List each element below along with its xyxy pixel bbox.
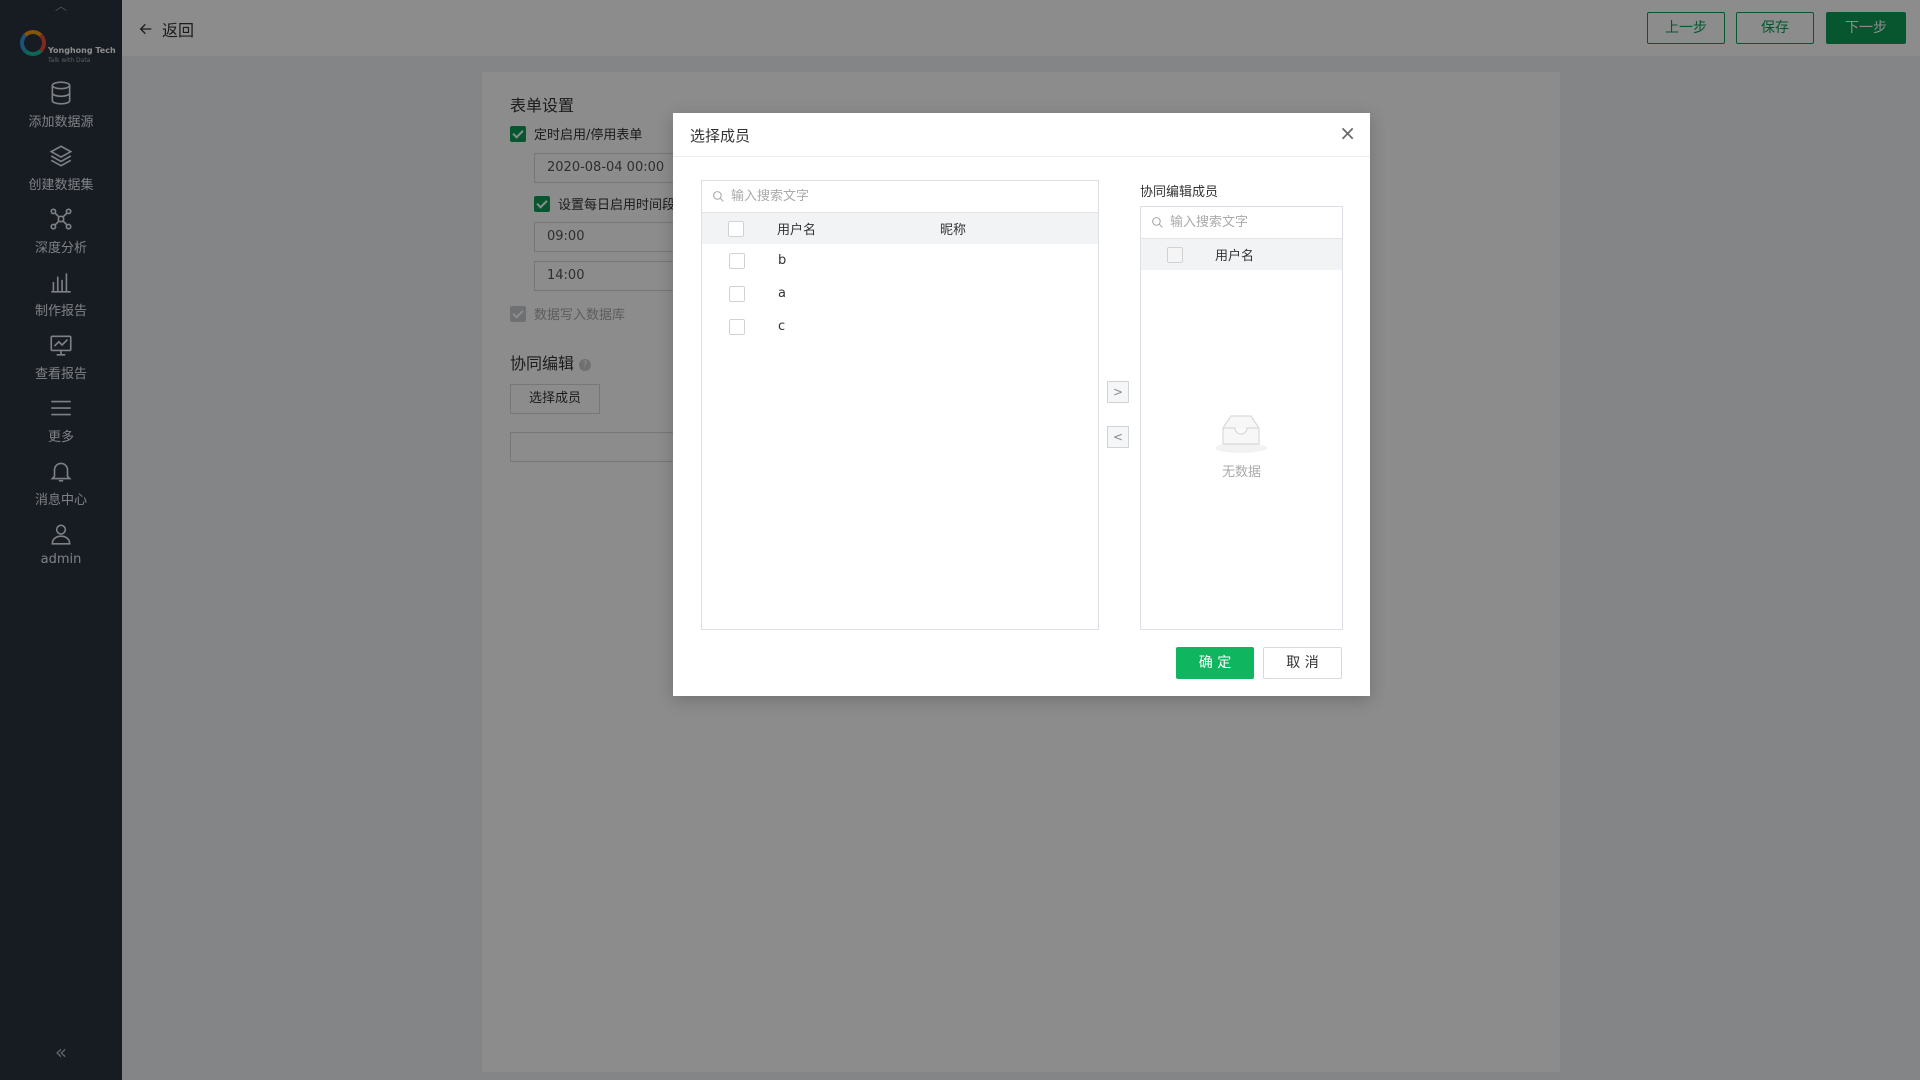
table-row[interactable]: a	[702, 277, 1098, 310]
select-all-checkbox[interactable]	[1167, 239, 1183, 270]
row-checkbox[interactable]	[729, 277, 745, 310]
row-username: a	[778, 286, 786, 301]
table-row[interactable]: b	[702, 244, 1098, 277]
selected-members-list: 用户名 无数据	[1140, 206, 1343, 630]
left-search-bar	[702, 181, 1098, 213]
row-username: c	[778, 319, 786, 334]
empty-text: 无数据	[1221, 465, 1261, 480]
confirm-button[interactable]: 确 定	[1176, 647, 1254, 679]
column-header-username: 用户名	[1215, 249, 1255, 264]
available-members-list: 用户名 昵称 b a c	[701, 180, 1099, 630]
modal-header: 选择成员 ×	[673, 113, 1370, 157]
right-table-header: 用户名	[1141, 239, 1342, 270]
left-table-header: 用户名 昵称	[702, 213, 1098, 244]
search-icon	[1152, 217, 1163, 228]
row-checkbox[interactable]	[729, 244, 745, 277]
left-search-input[interactable]	[731, 189, 1040, 204]
row-checkbox[interactable]	[729, 310, 745, 343]
select-all-checkbox[interactable]	[728, 213, 744, 244]
column-header-nickname: 昵称	[940, 223, 967, 238]
move-left-button[interactable]: <	[1107, 426, 1129, 448]
cancel-button[interactable]: 取 消	[1263, 647, 1342, 679]
select-members-dialog: 选择成员 × 用户名 昵称 b a c > < 协同	[673, 113, 1370, 696]
row-username: b	[778, 253, 787, 268]
collab-members-title: 协同编辑成员	[1140, 185, 1219, 200]
right-search-input[interactable]	[1170, 215, 1323, 230]
move-right-button[interactable]: >	[1107, 381, 1129, 403]
modal-title: 选择成员	[690, 127, 751, 145]
empty-inbox-icon	[1213, 410, 1269, 458]
column-header-username: 用户名	[777, 223, 817, 238]
close-icon[interactable]: ×	[1339, 123, 1356, 143]
right-search-bar	[1141, 207, 1342, 239]
table-row[interactable]: c	[702, 310, 1098, 343]
search-icon	[713, 191, 724, 202]
